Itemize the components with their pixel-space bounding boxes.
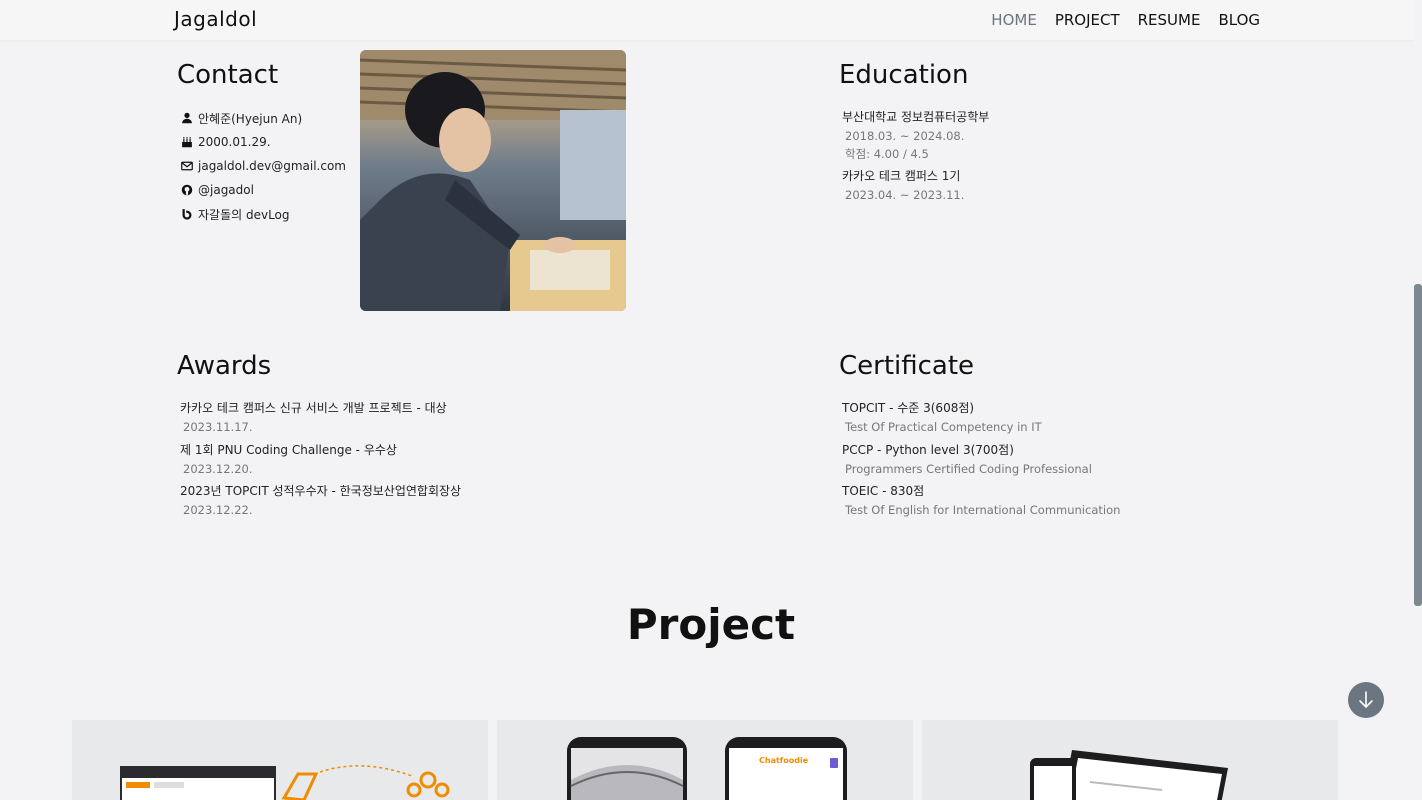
- certificate-entry: PCCP - Python level 3(700점) Programmers …: [842, 441, 1092, 476]
- certificate-entry-desc: Test Of English for International Commun…: [845, 503, 1121, 517]
- certificate-entry-title: TOPCIT - 수준 3(608점): [842, 401, 975, 415]
- nav-project[interactable]: PROJECT: [1055, 11, 1120, 29]
- nav-resume[interactable]: RESUME: [1138, 11, 1201, 29]
- contact-blog-text[interactable]: 자갈돌의 devLog: [198, 206, 290, 223]
- certificate-entry: TOEIC - 830점 Test Of English for Interna…: [842, 482, 1120, 517]
- project-card-3[interactable]: [922, 720, 1338, 800]
- chatfoodie-logo: Chatfoodie: [759, 756, 809, 765]
- blog-icon: [181, 208, 193, 220]
- contact-github-text[interactable]: @jagadol: [198, 183, 254, 197]
- contact-name: 안혜준(Hyejun An): [181, 106, 346, 130]
- contact-title: Contact: [177, 60, 279, 90]
- contact-birthday-text: 2000.01.29.: [198, 135, 271, 149]
- education-entry-period: 2023.04. ~ 2023.11.: [845, 188, 965, 202]
- profile-photo-illustration: [360, 50, 626, 311]
- education-entry: 카카오 테크 캠퍼스 1기 2023.04. ~ 2023.11.: [842, 167, 964, 202]
- brand-logo[interactable]: Jagaldol: [174, 7, 257, 31]
- award-entry-title: 카카오 테크 캠퍼스 신규 서비스 개발 프로젝트 - 대상: [180, 401, 447, 415]
- award-entry: 제 1회 PNU Coding Challenge - 우수상 2023.12.…: [180, 441, 397, 476]
- education-entry: 부산대학교 정보컴퓨터공학부 2018.03. ~ 2024.08. 학점: 4…: [842, 108, 989, 162]
- education-entry-title: 카카오 테크 캠퍼스 1기: [842, 169, 961, 183]
- contact-blog[interactable]: 자갈돌의 devLog: [181, 202, 346, 226]
- award-entry-title: 제 1회 PNU Coding Challenge - 우수상: [180, 443, 397, 457]
- contact-birthday: 2000.01.29.: [181, 130, 346, 154]
- certificate-entry-desc: Programmers Certified Coding Professiona…: [845, 462, 1092, 476]
- top-navbar: Jagaldol HOME PROJECT RESUME BLOG: [0, 0, 1422, 40]
- project-card-2[interactable]: Chatfoodie: [497, 720, 913, 800]
- contact-github[interactable]: @jagadol: [181, 178, 346, 202]
- envelope-icon: [181, 160, 193, 172]
- github-icon: [181, 184, 193, 196]
- award-entry-title: 2023년 TOPCIT 성적우수자 - 한국정보산업연합회장상: [180, 484, 462, 498]
- scrollbar-thumb[interactable]: [1414, 284, 1422, 606]
- nav-menu: HOME PROJECT RESUME BLOG: [991, 11, 1260, 29]
- project-card-1[interactable]: [72, 720, 488, 800]
- person-icon: [181, 112, 193, 124]
- nav-blog[interactable]: BLOG: [1218, 11, 1260, 29]
- scroll-down-button[interactable]: [1348, 682, 1384, 718]
- project-card-3-thumbnail: [1030, 750, 1228, 800]
- contact-list: 안혜준(Hyejun An) 2000.01.29. jagaldol.dev@…: [181, 106, 346, 226]
- education-entry-period: 2018.03. ~ 2024.08.: [845, 129, 965, 143]
- arrow-down-icon: [1359, 691, 1373, 709]
- contact-name-text: 안혜준(Hyejun An): [198, 111, 303, 126]
- profile-photo: [360, 50, 626, 311]
- education-entry-title: 부산대학교 정보컴퓨터공학부: [842, 110, 990, 124]
- certificate-title: Certificate: [839, 351, 975, 381]
- contact-email[interactable]: jagaldol.dev@gmail.com: [181, 154, 346, 178]
- award-entry: 2023년 TOPCIT 성적우수자 - 한국정보산업연합회장상 2023.12…: [180, 482, 461, 517]
- award-entry-date: 2023.12.20.: [183, 462, 253, 476]
- project-card-2-thumbnail: [567, 737, 847, 800]
- nav-home[interactable]: HOME: [991, 11, 1037, 29]
- project-section-title: Project: [626, 600, 796, 649]
- award-entry: 카카오 테크 캠퍼스 신규 서비스 개발 프로젝트 - 대상 2023.11.1…: [180, 399, 447, 434]
- awards-title: Awards: [177, 351, 272, 381]
- education-title: Education: [839, 60, 969, 90]
- certificate-entry-title: TOEIC - 830점: [842, 484, 925, 498]
- award-entry-date: 2023.12.22.: [183, 503, 253, 517]
- certificate-entry-desc: Test Of Practical Competency in IT: [845, 420, 1042, 434]
- education-entry-gpa: 학점: 4.00 / 4.5: [845, 147, 929, 161]
- project-card-1-thumbnail: [120, 765, 450, 800]
- cake-icon: [181, 136, 193, 148]
- certificate-entry: TOPCIT - 수준 3(608점) Test Of Practical Co…: [842, 399, 1042, 434]
- certificate-entry-title: PCCP - Python level 3(700점): [842, 443, 1014, 457]
- award-entry-date: 2023.11.17.: [183, 420, 253, 434]
- contact-email-text[interactable]: jagaldol.dev@gmail.com: [198, 159, 346, 173]
